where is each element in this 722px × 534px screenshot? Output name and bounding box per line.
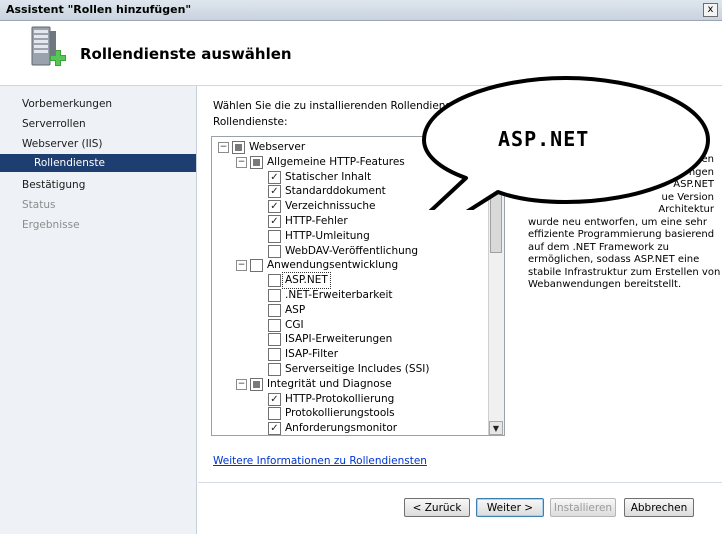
tree-item-checkbox[interactable]: ✓ bbox=[268, 185, 281, 199]
tree-item-checkbox[interactable]: ✓ bbox=[268, 215, 281, 228]
tree-item-label: Webserver bbox=[249, 141, 306, 153]
tree-item-label: HTTP-Protokollierung bbox=[285, 392, 395, 405]
tree-item-checkbox[interactable] bbox=[268, 289, 281, 302]
tree-item-label: Protokollierungstools bbox=[285, 407, 395, 420]
tree-item[interactable]: − Anwendungsentwicklung bbox=[212, 258, 488, 273]
collapse-icon[interactable]: − bbox=[236, 156, 247, 168]
page-title: Rollendienste auswählen bbox=[80, 45, 292, 63]
nav-step-bestaetigung[interactable]: Bestätigung bbox=[22, 176, 196, 194]
tree-item-label: ISAPI-Erweiterungen bbox=[285, 333, 393, 346]
tree-item[interactable]: ✓ HTTP-Fehler bbox=[212, 214, 488, 229]
description-line: auf dem .NET Framework zu bbox=[528, 241, 669, 253]
tree-item[interactable]: .NET-Erweiterbarkeit bbox=[212, 288, 488, 303]
server-add-icon bbox=[31, 26, 66, 66]
tree-item-checkbox[interactable] bbox=[268, 407, 281, 421]
tree-item[interactable]: ISAPI-Erweiterungen bbox=[212, 332, 488, 347]
tree-item[interactable]: CGI bbox=[212, 318, 488, 333]
tree-item-checkbox[interactable] bbox=[250, 377, 263, 391]
cancel-button[interactable]: Abbrechen bbox=[624, 498, 694, 517]
tree-item-label: ISAP-Filter bbox=[285, 348, 339, 361]
tree-item[interactable]: ✓ HTTP-Protokollierung bbox=[212, 392, 488, 407]
nav-step-rollendienste[interactable]: Rollendienste bbox=[0, 154, 196, 172]
tree-item[interactable]: ✓ Anforderungsmonitor bbox=[212, 421, 488, 435]
tree-item-checkbox[interactable] bbox=[232, 141, 245, 154]
install-button: Installieren bbox=[550, 498, 616, 517]
more-info-link[interactable]: Weitere Informationen zu Rollendiensten bbox=[213, 455, 427, 467]
tree-item[interactable]: ASP.NET bbox=[212, 272, 488, 290]
title-bar[interactable]: Assistent "Rollen hinzufügen" x bbox=[0, 0, 722, 21]
tree-item-checkbox[interactable] bbox=[268, 244, 281, 258]
tree-item[interactable]: HTTP-Umleitung bbox=[212, 229, 488, 244]
tree-item-checkbox[interactable] bbox=[268, 348, 281, 362]
tree-item-label: Anforderungsmonitor bbox=[285, 422, 398, 435]
nav-step-vorbemerkungen[interactable]: Vorbemerkungen bbox=[22, 95, 196, 113]
tree-item-checkbox[interactable]: ✓ bbox=[268, 200, 281, 214]
description-line: ermöglichen, sodass ASP.NET eine bbox=[528, 254, 700, 265]
tree-item[interactable]: WebDAV-Veröffentlichung bbox=[212, 244, 488, 259]
tree-item[interactable]: ISAP-Filter bbox=[212, 347, 488, 362]
tree-item-checkbox[interactable]: ✓ bbox=[268, 170, 281, 184]
tree-item-label: Standarddokument bbox=[285, 185, 386, 198]
tree-item-checkbox[interactable] bbox=[268, 229, 281, 243]
tree-item-label: CGI bbox=[285, 318, 304, 331]
tree-item-label: Serverseitige Includes (SSI) bbox=[285, 363, 430, 375]
tree-item-checkbox[interactable] bbox=[250, 259, 263, 273]
description-line: wurde neu entworfen, um eine sehr bbox=[528, 216, 707, 228]
nav-step-webserver[interactable]: Webserver (IIS) bbox=[22, 135, 196, 153]
tree-item[interactable]: Protokollierungstools bbox=[212, 406, 488, 421]
tree-item-label: HTTP-Umleitung bbox=[285, 229, 370, 242]
window-title: Assistent "Rollen hinzufügen" bbox=[6, 3, 192, 16]
tree-item-checkbox[interactable] bbox=[268, 333, 281, 347]
next-button[interactable]: Weiter > bbox=[476, 498, 544, 517]
callout-text: ASP.NET bbox=[498, 127, 590, 151]
tree-item[interactable]: ASP bbox=[212, 303, 488, 318]
nav-step-status: Status bbox=[22, 199, 56, 211]
tree-item-label: Integrität und Diagnose bbox=[267, 377, 392, 390]
description-line: effiziente Programmierung basierend bbox=[528, 229, 715, 240]
collapse-icon[interactable]: − bbox=[236, 378, 247, 390]
collapse-icon[interactable]: − bbox=[236, 260, 247, 272]
tree-item-label: ASP bbox=[285, 303, 306, 316]
wizard-window: Assistent "Rollen hinzufügen" x Rollendi… bbox=[0, 0, 722, 534]
tree-item-label: .NET-Erweiterbarkeit bbox=[285, 289, 393, 301]
collapse-icon[interactable]: − bbox=[218, 142, 229, 153]
tree-item-label: Anwendungsentwicklung bbox=[267, 259, 399, 272]
tree-item[interactable]: Serverseitige Includes (SSI) bbox=[212, 362, 488, 377]
tree-item-checkbox[interactable] bbox=[250, 155, 263, 169]
button-bar: < Zurück Weiter > Installieren Abbrechen bbox=[198, 482, 722, 534]
close-button[interactable]: x bbox=[703, 3, 718, 17]
tree-item-label: HTTP-Fehler bbox=[285, 215, 348, 227]
tree-item-label: Statischer Inhalt bbox=[285, 170, 372, 183]
tree-item[interactable]: − Integrität und Diagnose bbox=[212, 377, 488, 392]
tree-item-checkbox[interactable]: ✓ bbox=[268, 392, 281, 406]
description-line: Webanwendungen bereitstellt. bbox=[528, 279, 682, 290]
nav-step-ergebnisse: Ergebnisse bbox=[22, 219, 80, 231]
description-line: stabile Infrastruktur zum Erstellen von bbox=[528, 266, 721, 278]
wizard-step-nav: Vorbemerkungen Serverrollen Webserver (I… bbox=[0, 86, 197, 534]
tree-item-label: Verzeichnissuche bbox=[285, 200, 376, 213]
tree-item-label: WebDAV-Veröffentlichung bbox=[285, 244, 419, 257]
scroll-down-icon[interactable]: ▼ bbox=[489, 421, 503, 435]
tree-item-checkbox[interactable]: ✓ bbox=[268, 422, 281, 435]
tree-item-label: ASP.NET bbox=[282, 272, 331, 290]
tree-item-label: Allgemeine HTTP-Features bbox=[267, 155, 405, 168]
tree-item-checkbox[interactable] bbox=[268, 303, 281, 317]
tree-item-checkbox[interactable] bbox=[268, 318, 281, 332]
back-button[interactable]: < Zurück bbox=[404, 498, 470, 517]
tree-item-checkbox[interactable] bbox=[268, 363, 281, 376]
nav-step-serverrollen[interactable]: Serverrollen bbox=[22, 115, 196, 133]
tree-item-checkbox[interactable] bbox=[268, 274, 281, 288]
